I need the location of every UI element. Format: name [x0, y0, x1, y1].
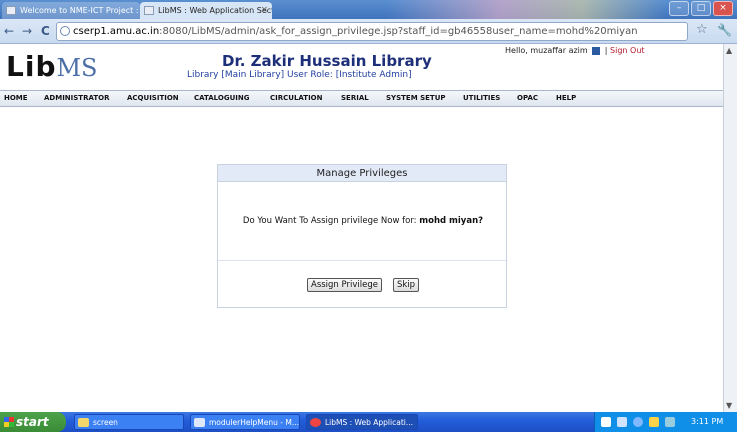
url-host: cserp1.amu.ac.in — [73, 26, 160, 37]
task-libms-browser[interactable]: LibMS : Web Applicati... — [306, 414, 418, 430]
tab-close-icon[interactable]: × — [260, 2, 268, 19]
library-subtitle: Library [Main Library] User Role: [Insti… — [187, 70, 412, 80]
menu-opac[interactable]: OPAC — [517, 94, 538, 102]
target-user-name: mohd miyan? — [419, 216, 484, 226]
manage-privileges-dialog: Manage Privileges Do You Want To Assign … — [217, 164, 508, 308]
maximize-icon[interactable]: □ — [691, 1, 711, 16]
menu-system-setup[interactable]: SYSTEM SETUP — [386, 94, 446, 102]
start-label: start — [16, 415, 49, 429]
browser-tab-strip: Welcome to NME-ICT Project : LibMS : Web… — [0, 0, 737, 19]
task-label: screen — [93, 418, 118, 427]
libms-logo: LibMS — [6, 50, 98, 83]
tab-label: LibMS : Web Application Secti — [158, 6, 272, 15]
menu-acquisition[interactable]: ACQUISITION — [127, 94, 179, 102]
user-area: Hello, muzaffar azim | Sign Out — [505, 46, 645, 55]
browser-toolbar: ← → C cserp1.amu.ac.in:8080/LibMS/admin/… — [0, 19, 737, 44]
skip-button[interactable]: Skip — [393, 278, 420, 292]
address-bar[interactable]: cserp1.amu.ac.in:8080/LibMS/admin/ask_fo… — [56, 22, 688, 41]
url-path: :8080/LibMS/admin/ask_for_assign_privile… — [159, 26, 638, 37]
page-viewport: LibMS Dr. Zakir Hussain Library Library … — [0, 44, 723, 412]
task-label: LibMS : Web Applicati... — [325, 418, 414, 427]
question-text: Do You Want To Assign privilege Now for: — [242, 216, 417, 226]
chrome-icon — [310, 418, 321, 427]
user-greeting: Hello, muzaffar azim — [505, 46, 588, 55]
menu-cataloguing[interactable]: CATALOGUING — [194, 94, 249, 102]
tab-welcome[interactable]: Welcome to NME-ICT Project : — [2, 2, 140, 19]
user-dropdown-icon[interactable] — [592, 46, 601, 55]
system-tray: 3:11 PM — [594, 412, 737, 432]
speaker-tray-icon[interactable] — [633, 417, 643, 427]
page-icon — [144, 6, 154, 15]
logo-lib: Lib — [6, 50, 57, 83]
word-icon — [194, 418, 205, 427]
library-title: Dr. Zakir Hussain Library — [222, 52, 432, 70]
theme-decoration — [387, 0, 667, 19]
clock: 3:11 PM — [691, 417, 724, 426]
close-window-icon[interactable]: × — [713, 1, 733, 16]
vertical-scrollbar[interactable]: ▲ ▼ — [723, 44, 737, 412]
scroll-up-icon[interactable]: ▲ — [726, 46, 732, 55]
wrench-icon[interactable]: 🔧 — [717, 23, 732, 37]
sign-out-link[interactable]: Sign Out — [610, 46, 645, 55]
display-tray-icon[interactable] — [665, 417, 675, 427]
page-icon — [6, 6, 16, 15]
window-controls: – □ × — [669, 1, 733, 17]
task-screen[interactable]: screen — [74, 414, 184, 430]
windows-taskbar: start screen modulerHelpMenu - M... LibM… — [0, 412, 737, 432]
dialog-divider — [218, 260, 508, 261]
forward-arrow-icon[interactable]: → — [22, 24, 32, 38]
security-tray-icon[interactable] — [649, 417, 659, 427]
scroll-down-icon[interactable]: ▼ — [726, 401, 732, 410]
windows-flag-icon — [4, 417, 14, 427]
menu-administrator[interactable]: ADMINISTRATOR — [44, 94, 109, 102]
main-menu: HOME ADMINISTRATOR ACQUISITION CATALOGUI… — [0, 90, 723, 107]
menu-utilities[interactable]: UTILITIES — [463, 94, 500, 102]
bookmark-star-icon[interactable]: ☆ — [696, 22, 708, 37]
reload-icon[interactable]: C — [41, 24, 50, 38]
network-tray-icon[interactable] — [617, 417, 627, 427]
back-arrow-icon[interactable]: ← — [4, 24, 14, 38]
menu-serial[interactable]: SERIAL — [341, 94, 369, 102]
folder-icon — [78, 418, 89, 427]
menu-circulation[interactable]: CIRCULATION — [270, 94, 322, 102]
tab-label: Welcome to NME-ICT Project : — [20, 6, 139, 15]
minimize-icon[interactable]: – — [669, 1, 689, 16]
help-tray-icon[interactable] — [601, 417, 611, 427]
globe-icon — [60, 26, 70, 36]
task-label: modulerHelpMenu - M... — [209, 418, 299, 427]
menu-home[interactable]: HOME — [4, 94, 28, 102]
task-word-document[interactable]: modulerHelpMenu - M... — [190, 414, 300, 430]
dialog-title: Manage Privileges — [218, 165, 506, 182]
menu-help[interactable]: HELP — [556, 94, 576, 102]
assign-privilege-button[interactable]: Assign Privilege — [307, 278, 382, 292]
logo-ms: MS — [56, 54, 98, 82]
dialog-question: Do You Want To Assign privilege Now for:… — [218, 216, 508, 226]
tab-libms[interactable]: LibMS : Web Application Secti × — [140, 2, 272, 19]
start-button[interactable]: start — [0, 412, 66, 432]
separator: | — [604, 46, 608, 55]
